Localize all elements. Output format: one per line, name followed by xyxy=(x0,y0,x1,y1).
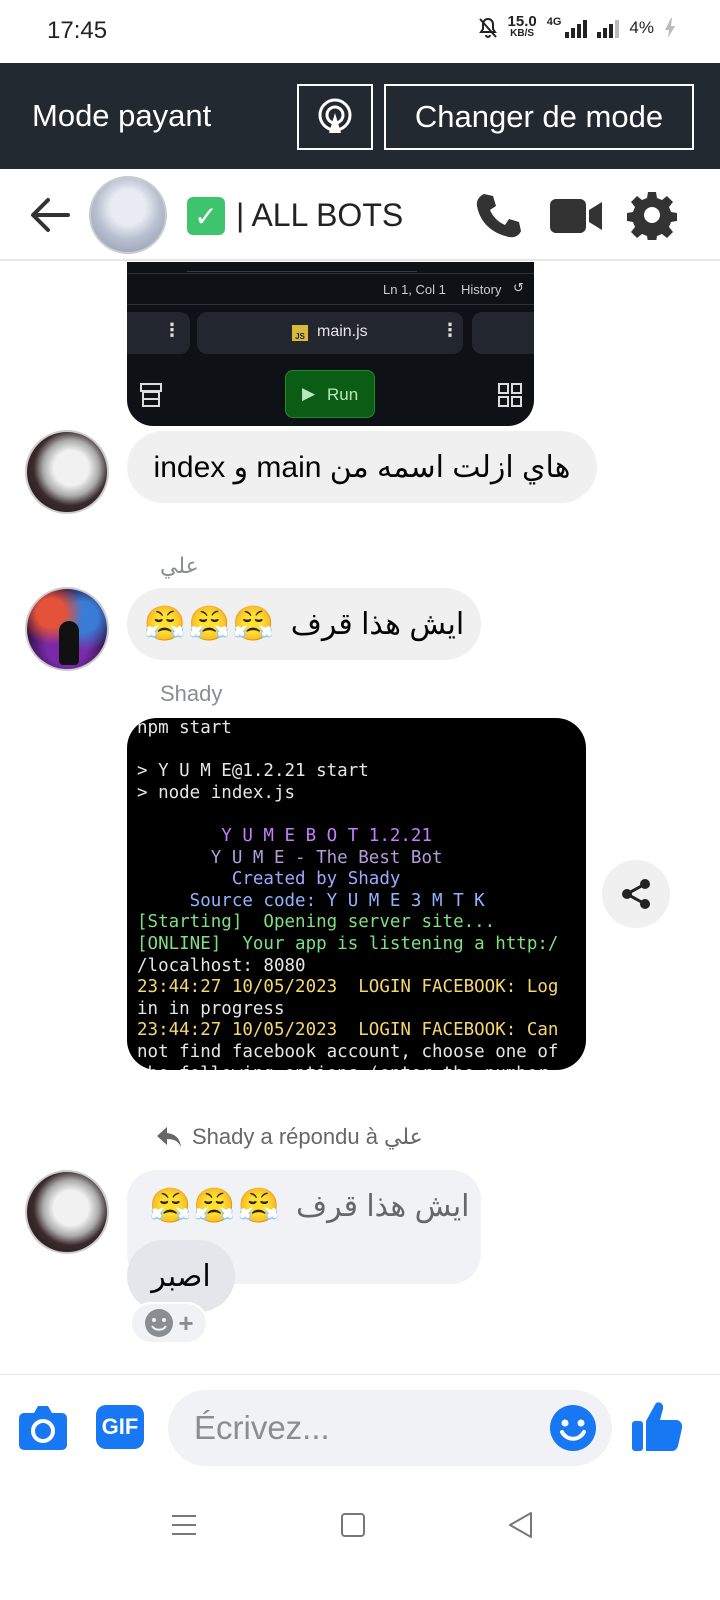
network-type: 4G xyxy=(546,16,562,28)
javascript-file-icon: JS xyxy=(292,325,308,341)
terminal-line: Source code: Y U M E 3 M T K xyxy=(137,890,485,911)
smiley-icon xyxy=(145,1309,174,1337)
plus-icon: + xyxy=(178,1307,194,1338)
quoted-text: ايش هذا قرف xyxy=(296,1189,470,1223)
status-time: 17:45 xyxy=(47,17,108,44)
menu-icon[interactable] xyxy=(171,1514,197,1536)
check-mark-icon: ✓ xyxy=(187,197,225,235)
add-reaction-button[interactable]: + xyxy=(130,1302,208,1344)
ide-tab-prev: ⋮ xyxy=(127,312,190,354)
signal-icon xyxy=(565,18,588,38)
ide-history-label: History xyxy=(461,282,502,297)
gear-icon[interactable] xyxy=(627,190,677,240)
reply-note: Shady a répondu à علي xyxy=(156,1124,423,1150)
terminal-line: /localhost: 8080 xyxy=(137,955,306,976)
mute-bell-icon xyxy=(478,17,497,38)
reply-arrow-icon xyxy=(157,1127,181,1147)
cropped-code-line xyxy=(187,262,417,272)
avatar-shady[interactable] xyxy=(25,430,109,514)
terminal-line: [ONLINE] Your app is listening a http:/ xyxy=(137,933,559,954)
message-input[interactable] xyxy=(168,1390,612,1466)
switch-mode-button[interactable]: Changer de mode xyxy=(384,84,694,150)
ide-screenshot-image[interactable]: Ln 1, Col 1 History ↺ ⋮ JS main.js ⋮ ▶ R… xyxy=(127,262,534,426)
video-camera-icon[interactable] xyxy=(549,193,603,239)
stack-icon xyxy=(140,383,162,407)
status-indicators: 15.0 KB/S 4G 4% xyxy=(478,13,676,40)
hotspot-button[interactable] xyxy=(297,84,373,150)
reply-text: اصبر xyxy=(151,1259,211,1293)
ide-tab-next xyxy=(472,312,534,354)
terminal-line: npm start xyxy=(137,718,232,738)
ide-run-button: ▶ Run xyxy=(285,370,375,418)
home-icon[interactable] xyxy=(341,1513,365,1537)
message-bubble[interactable]: هاي ازلت اسمه من main و index xyxy=(127,431,597,503)
terminal-line: Created by Shady xyxy=(137,869,401,890)
signal-icon-2 xyxy=(597,18,620,38)
gif-button[interactable]: GIF xyxy=(96,1405,144,1449)
history-icon: ↺ xyxy=(513,280,524,295)
charging-icon xyxy=(665,18,675,38)
ide-file-name: main.js xyxy=(317,323,368,340)
thumbs-up-icon[interactable] xyxy=(630,1399,684,1453)
emoji-text: 😤😤😤 xyxy=(149,1187,283,1225)
grid-icon xyxy=(498,383,522,407)
ide-cursor-position: Ln 1, Col 1 xyxy=(383,282,446,297)
mode-title: Mode payant xyxy=(32,98,212,133)
net-speed: 15.0 KB/S xyxy=(507,13,537,39)
share-button[interactable] xyxy=(602,860,670,928)
terminal-line: not find facebook account, choose one of xyxy=(137,1041,559,1062)
chat-title[interactable]: | ALL BOTS xyxy=(236,197,403,234)
more-vertical-icon: ⋮ xyxy=(441,320,459,340)
play-icon: ▶ xyxy=(302,384,316,403)
battery-level: 4% xyxy=(629,18,654,37)
terminal-line: in in progress xyxy=(137,998,285,1019)
back-arrow-icon[interactable] xyxy=(28,195,72,235)
terminal-line: Y U M E B O T 1.2.21 xyxy=(137,825,433,846)
nav-back-icon[interactable] xyxy=(507,1511,535,1539)
mode-banner: Mode payant Changer de mode xyxy=(0,63,720,169)
message-text: ايش هذا قرف xyxy=(290,607,465,641)
system-nav-bar xyxy=(0,1478,720,1600)
group-avatar[interactable] xyxy=(89,176,167,254)
status-bar: 17:45 15.0 KB/S 4G 4% xyxy=(0,0,720,63)
ide-file-tab: JS main.js ⋮ xyxy=(197,312,463,354)
ide-status-row: Ln 1, Col 1 History ↺ xyxy=(127,273,534,305)
avatar-shady[interactable] xyxy=(25,1170,109,1254)
terminal-line: [Starting] Opening server site... xyxy=(137,912,496,933)
chat-header: ✓ | ALL BOTS xyxy=(0,169,720,261)
phone-icon[interactable] xyxy=(474,191,524,241)
sender-name: علي xyxy=(160,553,199,578)
sender-name: Shady xyxy=(160,681,223,706)
terminal-line: > node index.js xyxy=(137,782,296,803)
emoji-icon[interactable] xyxy=(549,1404,597,1452)
terminal-line: > Y U M E@1.2.21 start xyxy=(137,761,369,782)
terminal-line: the following options (enter the number xyxy=(137,1064,586,1071)
more-vertical-icon: ⋮ xyxy=(163,320,181,340)
terminal-line: 23:44:27 10/05/2023 LOGIN FACEBOOK: Can xyxy=(137,1020,559,1041)
message-text: هاي ازلت اسمه من main و index xyxy=(153,450,571,484)
message-bubble[interactable]: 😤😤😤 ايش هذا قرف xyxy=(127,588,481,660)
avatar-ali[interactable] xyxy=(25,587,109,671)
share-icon xyxy=(622,879,650,909)
composer: GIF xyxy=(0,1374,720,1478)
terminal-line: Y U M E - The Best Bot xyxy=(137,847,443,868)
broadcast-icon xyxy=(318,98,352,133)
terminal-screenshot-image[interactable]: npm start > Y U M E@1.2.21 start > node in… xyxy=(127,718,586,1070)
emoji-text: 😤😤😤 xyxy=(143,605,277,643)
camera-icon[interactable] xyxy=(18,1403,68,1451)
ide-run-label: Run xyxy=(327,385,359,404)
terminal-line: 23:44:27 10/05/2023 LOGIN FACEBOOK: Log xyxy=(137,977,559,998)
